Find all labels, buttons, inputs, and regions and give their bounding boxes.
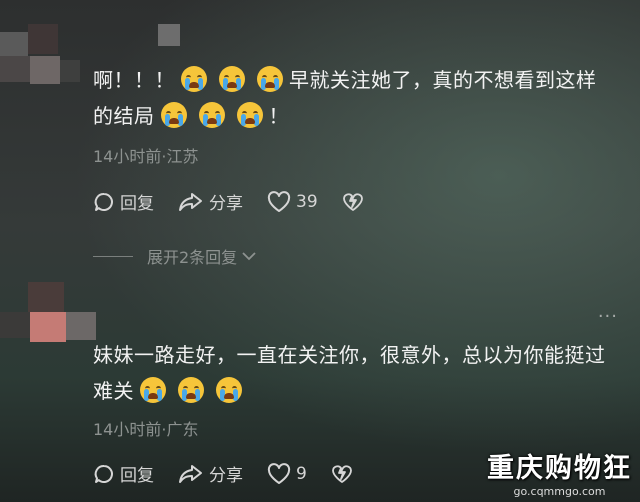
chevron-down-icon [242,252,256,261]
comment-meta: 14小时前·江苏 [93,147,199,166]
crying-emoji-icon [216,377,242,403]
crying-emoji-icon [219,66,245,92]
crying-emoji-icon [198,102,225,128]
avatar[interactable] [0,24,80,94]
crying-emoji-icon [160,102,187,128]
reply-bubble-icon [94,464,113,483]
share-label: 分享 [209,194,243,214]
reply-button[interactable]: 回复 [93,461,154,486]
expand-replies-link[interactable]: 展开2条回复 [93,244,257,268]
comment-text: 啊！！！ 早就关注她了，真的不想看到这样 的结局！ [93,66,597,128]
comment-meta: 14小时前·广东 [93,420,199,439]
avatar[interactable] [0,282,96,352]
share-button[interactable]: 分享 [178,189,243,214]
dislike-heart-icon [331,464,352,483]
watermark-title: 重庆购物狂 [487,453,632,484]
dislike-button[interactable] [342,191,369,213]
like-count: 9 [296,463,307,484]
more-icon[interactable]: ··· [598,306,618,327]
share-arrow-icon [179,464,202,483]
crying-emoji-icon [181,66,207,92]
dislike-button[interactable] [331,463,358,485]
divider [93,255,133,257]
comment-actions: 回复 分享 9 [93,461,382,486]
reply-bubble-icon [94,192,113,211]
crying-emoji-icon [140,377,166,403]
comment-actions: 回复 分享 39 [93,189,393,214]
like-count: 39 [296,191,318,212]
share-arrow-icon [179,192,202,211]
heart-icon [267,462,291,484]
dislike-heart-icon [342,192,363,211]
reply-label: 回复 [120,194,154,214]
watermark-url: go.cqmmgo.com [513,485,606,498]
reply-button[interactable]: 回复 [93,189,154,214]
crying-emoji-icon [257,66,283,92]
crying-emoji-icon [178,377,204,403]
reply-label: 回复 [120,466,154,486]
heart-icon [267,190,291,212]
expand-replies-label: 展开2条回复 [147,248,238,267]
share-button[interactable]: 分享 [178,461,243,486]
crying-emoji-icon [236,102,263,128]
comment-text: 妹妹一路走好，一直在关注你，很意外，总以为你能挺过 难关 [93,343,606,403]
share-label: 分享 [209,466,243,486]
avatar-pixel-block [158,24,180,46]
like-button[interactable]: 9 [267,462,307,485]
watermark: 重庆购物狂 go.cqmmgo.com [487,446,632,498]
like-button[interactable]: 39 [267,190,318,213]
